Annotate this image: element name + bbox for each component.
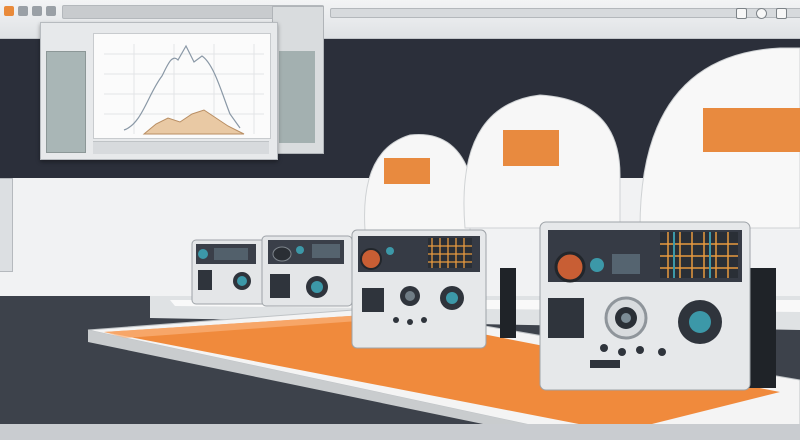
plot-area xyxy=(93,33,271,139)
toolbar-icon[interactable] xyxy=(18,6,28,16)
secondary-window xyxy=(272,6,324,154)
left-rail[interactable] xyxy=(0,178,13,272)
side-pane xyxy=(46,51,86,153)
waveform-graph xyxy=(104,44,264,135)
toolbar-icon[interactable] xyxy=(32,6,42,16)
analyzer-unit xyxy=(261,235,353,307)
window-control-icon[interactable] xyxy=(756,8,767,19)
knob-icon xyxy=(198,249,208,259)
toolbar-icon[interactable] xyxy=(46,6,56,16)
grid-display-icon xyxy=(660,232,738,278)
window-footer xyxy=(93,141,269,154)
window-control-icon[interactable] xyxy=(776,8,787,19)
analyzer-unit xyxy=(191,239,269,305)
window-control-icon[interactable] xyxy=(736,8,747,19)
grid-display-icon xyxy=(428,238,472,268)
analyzer-unit xyxy=(539,221,776,391)
monitor-window xyxy=(40,22,278,160)
scene xyxy=(0,0,800,440)
side-pane xyxy=(279,51,315,143)
toolbar-strip xyxy=(330,8,800,18)
app-icon-orange[interactable] xyxy=(4,6,14,16)
